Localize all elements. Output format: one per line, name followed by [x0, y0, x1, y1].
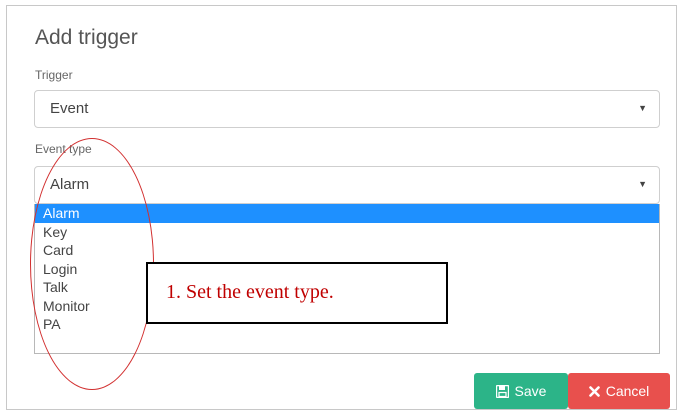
dropdown-option-key[interactable]: Key — [35, 223, 659, 242]
dialog-title: Add trigger — [35, 26, 138, 49]
annotation-text: 1. Set the event type. — [166, 281, 334, 303]
caret-down-icon: ▼ — [638, 179, 647, 189]
floppy-disk-icon — [495, 384, 509, 398]
x-icon — [588, 385, 600, 397]
cancel-button-label: Cancel — [605, 383, 650, 399]
trigger-select-value: Event — [50, 100, 89, 117]
event-type-label: Event type — [35, 142, 92, 156]
save-button-label: Save — [514, 383, 547, 399]
trigger-select[interactable]: Event ▼ — [34, 90, 660, 128]
trigger-label: Trigger — [35, 68, 73, 82]
save-button[interactable]: Save — [474, 373, 568, 409]
annotation-callout: 1. Set the event type. — [146, 262, 448, 324]
event-type-select-value: Alarm — [50, 176, 90, 193]
dropdown-option-alarm[interactable]: Alarm — [35, 204, 659, 223]
cancel-button[interactable]: Cancel — [568, 373, 670, 409]
caret-down-icon: ▼ — [638, 103, 647, 113]
dropdown-option-card[interactable]: Card — [35, 241, 659, 260]
event-type-select[interactable]: Alarm ▼ — [34, 166, 660, 204]
add-trigger-dialog: Add trigger Trigger Event ▼ Event type A… — [6, 5, 677, 410]
